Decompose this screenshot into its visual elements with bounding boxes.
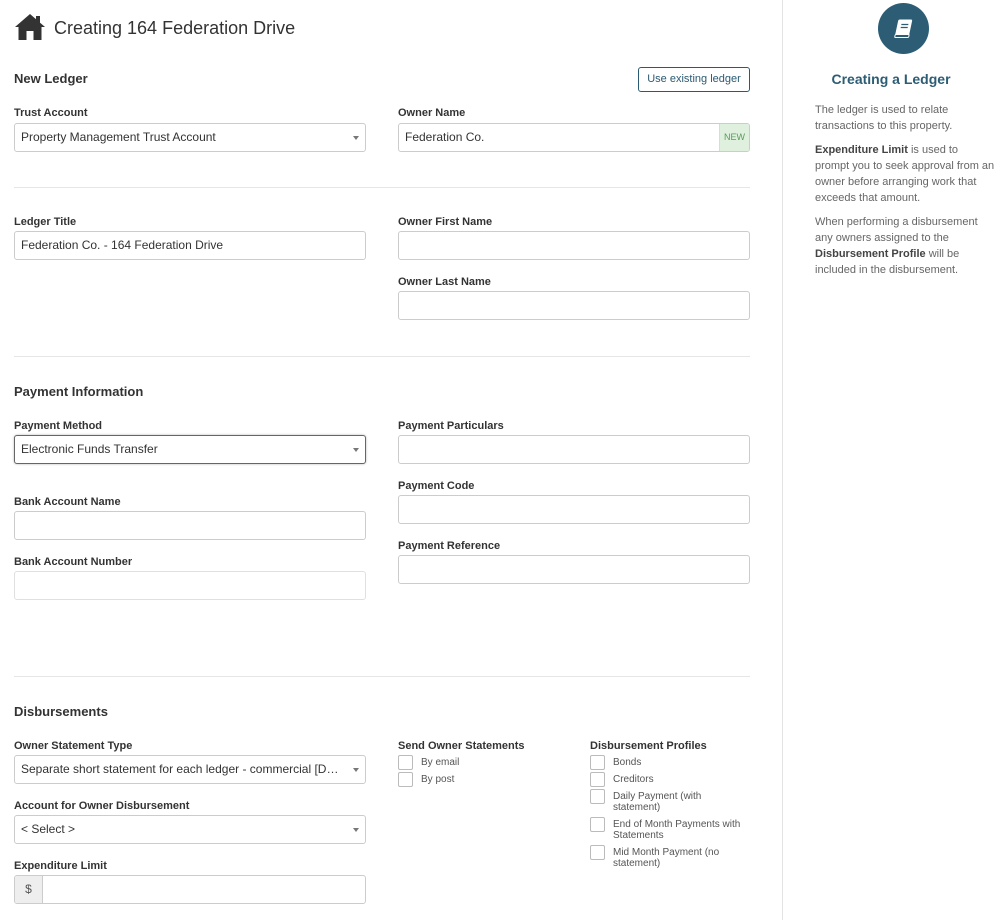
- account-disbursement-value: < Select >: [21, 822, 76, 836]
- disbursement-profiles-label: Disbursement Profiles: [590, 740, 707, 752]
- home-icon: [15, 14, 45, 40]
- checkbox-box[interactable]: [590, 789, 605, 804]
- trust-account-label: Trust Account: [14, 107, 88, 119]
- chevron-down-icon: [353, 448, 359, 452]
- payment-reference-label: Payment Reference: [398, 540, 501, 552]
- bank-account-name-label: Bank Account Name: [14, 496, 121, 508]
- dollar-addon: $: [15, 876, 43, 903]
- owner-last-name-input[interactable]: [398, 291, 750, 320]
- payment-particulars-label: Payment Particulars: [398, 420, 504, 432]
- help-paragraph-2: Expenditure Limit is used to prompt you …: [815, 142, 995, 206]
- checkbox-label: Creditors: [613, 774, 654, 785]
- checkbox-box[interactable]: [398, 772, 413, 787]
- owner-first-name-input[interactable]: [398, 231, 750, 260]
- help-bold-text: Disbursement Profile: [815, 248, 926, 260]
- help-sidebar: Creating a Ledger The ledger is used to …: [782, 0, 998, 920]
- new-badge: NEW: [719, 124, 749, 151]
- ledger-title-label: Ledger Title: [14, 216, 77, 228]
- owner-first-name-label: Owner First Name: [398, 216, 493, 228]
- checkbox-box[interactable]: [590, 755, 605, 770]
- checkbox-label: Mid Month Payment (no statement): [613, 847, 720, 869]
- divider: [14, 676, 750, 677]
- main-panel: Creating 164 Federation Drive New Ledger…: [0, 0, 782, 920]
- account-disbursement-label: Account for Owner Disbursement: [14, 800, 190, 812]
- use-existing-ledger-button[interactable]: Use existing ledger: [638, 67, 750, 92]
- payment-reference-input[interactable]: [398, 555, 750, 584]
- checkbox-label: By post: [421, 774, 455, 785]
- checkbox-box[interactable]: [398, 755, 413, 770]
- chevron-down-icon: [353, 828, 359, 832]
- section-title-new-ledger: New Ledger: [14, 71, 88, 86]
- help-text: When performing a disbursement any owner…: [815, 216, 978, 244]
- checkbox-mid-month[interactable]: Mid Month Payment (no statement): [590, 845, 760, 869]
- page-title: Creating 164 Federation Drive: [54, 18, 296, 38]
- section-title-payment: Payment Information: [14, 384, 144, 399]
- book-icon: [878, 3, 929, 54]
- bank-account-name-input[interactable]: [14, 511, 366, 540]
- divider: [14, 187, 750, 188]
- checkbox-bonds[interactable]: Bonds: [590, 755, 760, 770]
- checkbox-by-post[interactable]: By post: [398, 772, 459, 787]
- send-owner-statements-label: Send Owner Statements: [398, 740, 525, 752]
- payment-particulars-input[interactable]: [398, 435, 750, 464]
- bank-account-number-label: Bank Account Number: [14, 556, 133, 568]
- help-title: Creating a Ledger: [831, 71, 951, 87]
- expenditure-limit-input[interactable]: $: [14, 875, 366, 904]
- checkbox-daily-payment[interactable]: Daily Payment (with statement): [590, 789, 760, 813]
- owner-name-input[interactable]: Federation Co. NEW: [398, 123, 750, 152]
- account-disbursement-select[interactable]: < Select >: [14, 815, 366, 844]
- payment-code-input[interactable]: [398, 495, 750, 524]
- checkbox-label: By email: [421, 757, 460, 768]
- checkbox-label: Bonds: [613, 757, 642, 768]
- owner-last-name-label: Owner Last Name: [398, 276, 491, 288]
- checkbox-creditors[interactable]: Creditors: [590, 772, 760, 787]
- owner-name-label: Owner Name: [398, 107, 466, 119]
- payment-code-label: Payment Code: [398, 480, 475, 492]
- payment-method-select[interactable]: Electronic Funds Transfer: [14, 435, 366, 464]
- checkbox-box[interactable]: [590, 845, 605, 860]
- help-paragraph-3: When performing a disbursement any owner…: [815, 214, 995, 278]
- owner-name-value: Federation Co.: [405, 130, 485, 144]
- disbursement-profiles-options: Bonds Creditors Daily Payment (with stat…: [590, 755, 760, 869]
- checkbox-label: Daily Payment (with statement): [613, 791, 702, 813]
- ledger-title-value: Federation Co. - 164 Federation Drive: [21, 238, 224, 252]
- chevron-down-icon: [353, 136, 359, 140]
- checkbox-end-of-month[interactable]: End of Month Payments with Statements: [590, 817, 760, 841]
- expenditure-limit-label: Expenditure Limit: [14, 860, 107, 872]
- chevron-down-icon: [353, 768, 359, 772]
- send-statements-options: By email By post: [398, 755, 459, 787]
- payment-method-value: Electronic Funds Transfer: [21, 442, 158, 456]
- owner-statement-type-label: Owner Statement Type: [14, 740, 133, 752]
- help-bold-text: Expenditure Limit: [815, 144, 908, 156]
- checkbox-box[interactable]: [590, 817, 605, 832]
- checkbox-by-email[interactable]: By email: [398, 755, 459, 770]
- section-title-disbursements: Disbursements: [14, 704, 108, 719]
- trust-account-select[interactable]: Property Management Trust Account: [14, 123, 366, 152]
- help-paragraph-1: The ledger is used to relate transaction…: [815, 104, 953, 132]
- owner-statement-type-value: Separate short statement for each ledger…: [21, 762, 345, 776]
- checkbox-box[interactable]: [590, 772, 605, 787]
- ledger-title-input[interactable]: Federation Co. - 164 Federation Drive: [14, 231, 366, 260]
- payment-method-label: Payment Method: [14, 420, 103, 432]
- trust-account-value: Property Management Trust Account: [21, 130, 216, 144]
- checkbox-label: End of Month Payments with Statements: [613, 819, 741, 841]
- bank-account-number-input[interactable]: [14, 571, 366, 600]
- owner-statement-type-select[interactable]: Separate short statement for each ledger…: [14, 755, 366, 784]
- divider: [14, 356, 750, 357]
